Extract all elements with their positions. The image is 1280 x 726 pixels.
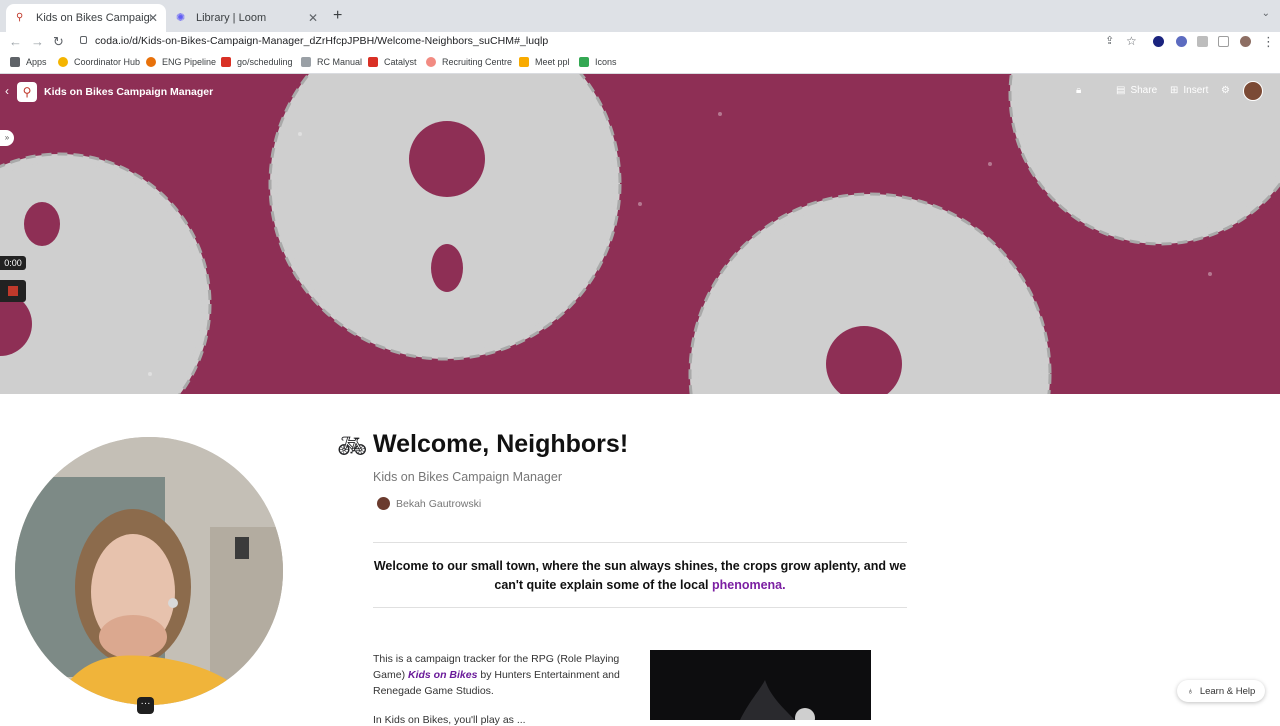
bookmark-icon <box>58 57 68 67</box>
book-icon <box>301 57 311 67</box>
lightbulb-icon: ♁ <box>1186 685 1194 697</box>
menu-icon[interactable]: ⋮ <box>1262 34 1275 50</box>
bookmark-label: Coordinator Hub <box>74 57 141 67</box>
extension-icon[interactable] <box>1153 36 1164 47</box>
tab-library-loom[interactable]: ✺ Library | Loom ✕ <box>166 4 326 32</box>
page-title[interactable]: Welcome, Neighbors! <box>373 430 628 459</box>
bookmark-icons[interactable]: Icons <box>579 57 617 67</box>
extension-icon[interactable] <box>1176 36 1187 47</box>
page-cover-image <box>0 74 1280 394</box>
recording-timer: 0:00 <box>0 256 26 270</box>
apps-grid-icon <box>10 57 20 67</box>
tab-label: Library | Loom <box>196 12 267 24</box>
divider <box>373 607 907 608</box>
close-tab-icon[interactable]: ✕ <box>308 11 318 25</box>
lock-icon[interactable]: 🔒︎ <box>1076 85 1081 96</box>
bookmark-icon <box>221 57 231 67</box>
user-avatar[interactable] <box>1243 81 1263 101</box>
puzzle-icon[interactable] <box>1197 36 1208 47</box>
insert-button[interactable]: ⊞ Insert <box>1170 85 1208 96</box>
grid-icon: ⊞ <box>1170 85 1179 96</box>
webcam-bubble[interactable] <box>15 437 283 705</box>
body-paragraph: This is a campaign tracker for the RPG (… <box>373 651 635 699</box>
browser-tab-strip: ⚲ Kids on Bikes Campaign Mana ✕ ✺ Librar… <box>0 0 1280 32</box>
gear-icon[interactable]: ⚙ <box>1221 85 1230 96</box>
bookmark-icon <box>368 57 378 67</box>
share-button[interactable]: ▤ Share <box>1116 85 1157 96</box>
doc-header: ‹ ⚲ Kids on Bikes Campaign Manager 🔒︎ ▤ … <box>0 78 1280 106</box>
lock-icon[interactable] <box>80 36 87 44</box>
star-icon[interactable]: ☆ <box>1126 34 1137 48</box>
chevron-left-icon[interactable]: ‹ <box>5 84 9 98</box>
bookmark-label: Catalyst <box>384 57 417 67</box>
bike-icon: ⚲ <box>22 85 32 99</box>
insert-label: Insert <box>1183 85 1209 96</box>
tab-kids-on-bikes[interactable]: ⚲ Kids on Bikes Campaign Mana ✕ <box>6 4 166 32</box>
loom-icon: ✺ <box>176 12 186 24</box>
bookmark-label: Recruiting Centre <box>442 57 513 67</box>
bookmark-rc-manual[interactable]: RC Manual <box>301 57 362 67</box>
page-subtitle[interactable]: Kids on Bikes Campaign Manager <box>373 470 562 484</box>
share-label: Share <box>1130 85 1158 96</box>
bike-icon: ⚲ <box>16 12 24 23</box>
bicycle-icon[interactable]: 🚲︎ <box>337 432 367 461</box>
bookmark-icon <box>426 57 436 67</box>
webcam-feed <box>15 437 283 705</box>
tab-label: Kids on Bikes Campaign Mana <box>36 12 151 24</box>
gears-illustration <box>0 74 1280 394</box>
bookmarks-bar: Apps Coordinator Hub ENG Pipeline go/sch… <box>0 52 1280 74</box>
url-field[interactable]: coda.io/d/Kids-on-Bikes-Campaign-Manager… <box>95 35 548 47</box>
close-tab-icon[interactable]: ✕ <box>148 11 158 25</box>
body-paragraph-next: In Kids on Bikes, you'll play as ... <box>373 714 526 726</box>
bookmark-label: go/scheduling <box>237 57 293 67</box>
video-thumbnail-graphic <box>740 680 815 726</box>
embedded-video[interactable] <box>650 650 871 726</box>
stop-icon <box>8 286 18 296</box>
share-icon: ▤ <box>1116 85 1126 96</box>
bookmark-icon <box>579 57 589 67</box>
kids-on-bikes-link[interactable]: Kids on Bikes <box>408 669 477 681</box>
bookmark-label: RC Manual <box>317 57 363 67</box>
bookmark-eng-pipeline[interactable]: ENG Pipeline <box>146 57 216 67</box>
doc-logo[interactable]: ⚲ <box>17 82 37 102</box>
share-page-icon[interactable]: ⇪ <box>1105 34 1114 47</box>
plus-icon[interactable]: + <box>333 7 342 25</box>
intro-callout: Welcome to our small town, where the sun… <box>373 557 907 595</box>
sidebar-icon[interactable] <box>1218 36 1229 47</box>
page-author[interactable]: Bekah Gautrowski <box>377 497 481 510</box>
learn-help-label: Learn & Help <box>1199 685 1256 697</box>
doc-title[interactable]: Kids on Bikes Campaign Manager <box>44 86 213 98</box>
bookmark-label: Apps <box>26 57 47 67</box>
bookmark-label: Icons <box>595 57 617 67</box>
phenomena-link[interactable]: phenomena. <box>712 578 786 592</box>
intro-text: Welcome to our small town, where the sun… <box>373 559 907 592</box>
more-options-icon[interactable]: ··· <box>137 697 154 714</box>
bookmark-apps[interactable]: Apps <box>10 57 47 67</box>
author-name: Bekah Gautrowski <box>396 497 482 510</box>
bookmark-recruiting-centre[interactable]: Recruiting Centre <box>426 57 512 67</box>
chevron-down-icon[interactable]: ⌄ <box>1262 8 1270 19</box>
bookmark-catalyst[interactable]: Catalyst <box>368 57 417 67</box>
forward-icon[interactable]: → <box>31 34 44 49</box>
bookmark-meet-ppl[interactable]: Meet ppl <box>519 57 570 67</box>
profile-avatar[interactable] <box>1240 36 1251 47</box>
author-avatar <box>377 497 390 510</box>
bookmark-coordinator-hub[interactable]: Coordinator Hub <box>58 57 140 67</box>
bookmark-label: ENG Pipeline <box>162 57 217 67</box>
stop-recording-button[interactable] <box>0 280 26 302</box>
bookmark-go-scheduling[interactable]: go/scheduling <box>221 57 293 67</box>
learn-help-button[interactable]: ♁ Learn & Help <box>1177 680 1265 702</box>
reload-icon[interactable]: ↻ <box>53 34 64 50</box>
bookmark-icon <box>146 57 156 67</box>
divider <box>373 542 907 543</box>
address-bar-row: ← → ↻ coda.io/d/Kids-on-Bikes-Campaign-M… <box>0 32 1280 52</box>
bookmark-icon <box>519 57 529 67</box>
back-icon[interactable]: ← <box>9 34 22 49</box>
bookmark-label: Meet ppl <box>535 57 570 67</box>
